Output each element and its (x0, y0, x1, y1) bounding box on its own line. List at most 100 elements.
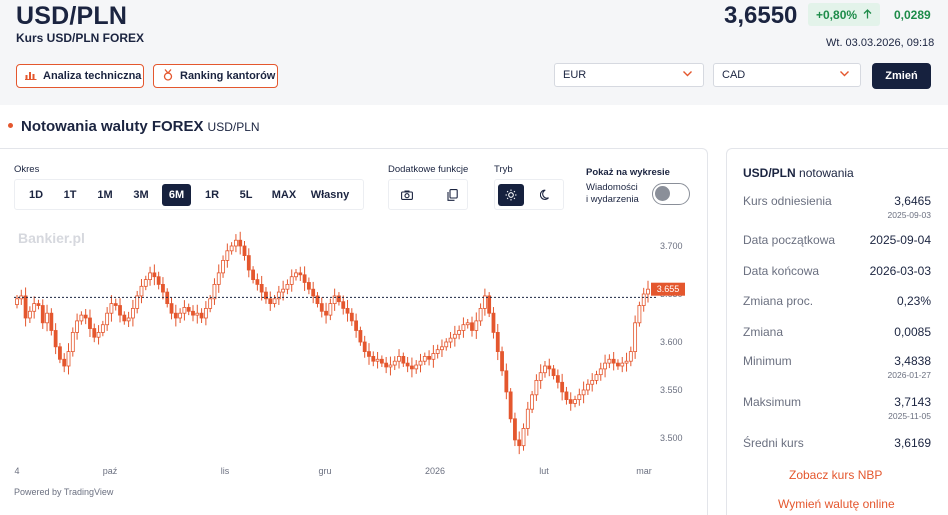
period-1t-button[interactable]: 1T (53, 184, 87, 206)
period-custom-button[interactable]: Własny (306, 184, 354, 206)
candle-body (633, 322, 638, 353)
candle-body (547, 365, 552, 370)
candle-body (637, 305, 642, 324)
candle-body (384, 362, 389, 368)
stats-row: Maksimum 3,7143 2025-11-05 (743, 395, 931, 425)
nbp-link[interactable]: Zobacz kurs NBP (789, 468, 882, 482)
candle-body (341, 301, 346, 309)
stats-row-label: Minimum (743, 354, 792, 368)
period-3m-button[interactable]: 3M (123, 184, 159, 206)
ranking-button[interactable]: Ranking kantorów (153, 64, 278, 88)
candle-body (358, 330, 363, 343)
candle-body (122, 314, 127, 322)
stats-row-label: Data początkowa (743, 233, 836, 247)
stats-row: Minimum 3,4838 2026-01-27 (743, 354, 931, 384)
period-selector: 1D 1T 1M 3M 6M 1R 5L MAX Własny (14, 179, 364, 210)
candle-body (628, 351, 633, 362)
candle-body (259, 284, 264, 293)
powered-by[interactable]: Powered by TradingView (14, 487, 113, 497)
stats-row-label: Data końcowa (743, 264, 820, 278)
candle-body (620, 362, 625, 367)
candle-body (500, 351, 504, 372)
candle-body (66, 351, 71, 367)
candle-body (83, 314, 88, 319)
candle-body (109, 303, 114, 314)
candle-body (58, 346, 62, 360)
candle-body (440, 346, 444, 351)
candle-body (70, 332, 75, 353)
stats-row: Kurs odniesienia 3,6465 2025-09-03 (743, 194, 931, 224)
candle-body (96, 332, 101, 338)
candle-body (414, 364, 419, 370)
period-6m-button[interactable]: 6M (162, 183, 191, 206)
price-chart[interactable]: Bankier.pl 3.7003.6503.6003.5503.500 4pa… (0, 222, 708, 497)
candle-body (221, 260, 225, 274)
x-tick-label: lis (221, 466, 230, 476)
pair-title: USD/PLN (16, 2, 128, 30)
stats-row: Zmiana 0,0085 (743, 325, 931, 355)
events-toggle[interactable] (652, 183, 690, 205)
mode-group (494, 179, 564, 210)
candle-body (195, 312, 200, 316)
candle-body (272, 298, 277, 305)
y-tick-label: 3.550 (660, 385, 683, 395)
candle-body (251, 269, 255, 280)
candle-body (161, 284, 165, 293)
currency-to-select[interactable]: CAD (713, 63, 861, 87)
period-1d-button[interactable]: 1D (19, 184, 53, 206)
candle-body (328, 303, 333, 316)
x-axis: 4 paź lis gru 2026 lut mar (14, 466, 651, 476)
candle-body (427, 355, 431, 360)
candle-body (75, 320, 79, 333)
technical-analysis-button[interactable]: Analiza techniczna (16, 64, 144, 88)
stats-title-suffix: notowania (799, 166, 854, 180)
candle-body (298, 272, 303, 276)
candle-body (457, 330, 462, 335)
candle-body (208, 298, 213, 309)
section-title: Notowania waluty FOREX USD/PLN (8, 118, 260, 135)
stats-row-label: Kurs odniesienia (743, 194, 832, 208)
candle-body (594, 374, 599, 381)
exchange-online-link[interactable]: Wymień walutę online (778, 497, 895, 511)
period-1m-button[interactable]: 1M (87, 184, 123, 206)
toggle-knob (655, 186, 670, 201)
candle-body (616, 362, 620, 367)
candle-body (590, 379, 595, 385)
candle-body (362, 341, 367, 353)
candle-body (349, 312, 354, 322)
period-1r-button[interactable]: 1R (194, 184, 230, 206)
candle-body (646, 288, 650, 295)
copy-icon[interactable] (439, 184, 465, 206)
extra-functions-group (388, 179, 468, 210)
candle-body (448, 337, 453, 343)
candle-body (641, 293, 646, 306)
candle-body (281, 288, 286, 293)
candle-body (397, 355, 401, 362)
x-tick-label: lut (539, 466, 549, 476)
candle-body (517, 439, 522, 447)
currency-from-select[interactable]: EUR (554, 63, 704, 87)
y-tick-label: 3.600 (660, 337, 683, 347)
chevron-down-icon (839, 68, 850, 82)
camera-icon[interactable] (394, 184, 420, 206)
change-currency-button[interactable]: Zmień (872, 63, 931, 89)
candle-body (491, 312, 496, 333)
stats-row-value: 3,7143 (894, 395, 931, 409)
candle-body (324, 310, 328, 316)
candle-body (212, 284, 217, 300)
sun-icon[interactable] (498, 184, 524, 206)
change-absolute: 0,0289 (894, 8, 931, 22)
period-5l-button[interactable]: 5L (230, 184, 262, 206)
candle-body (268, 298, 273, 305)
candle-body (238, 239, 243, 247)
candle-body (607, 358, 612, 364)
candle-body (319, 303, 324, 312)
candle-body (586, 383, 590, 391)
candle-body (367, 351, 371, 357)
period-max-button[interactable]: MAX (262, 184, 306, 206)
candle-body (392, 360, 397, 366)
candle-body (371, 355, 376, 362)
candle-body (152, 272, 157, 278)
quote-datetime: Wt. 03.03.2026, 09:18 (826, 37, 935, 49)
moon-icon[interactable] (533, 184, 559, 206)
